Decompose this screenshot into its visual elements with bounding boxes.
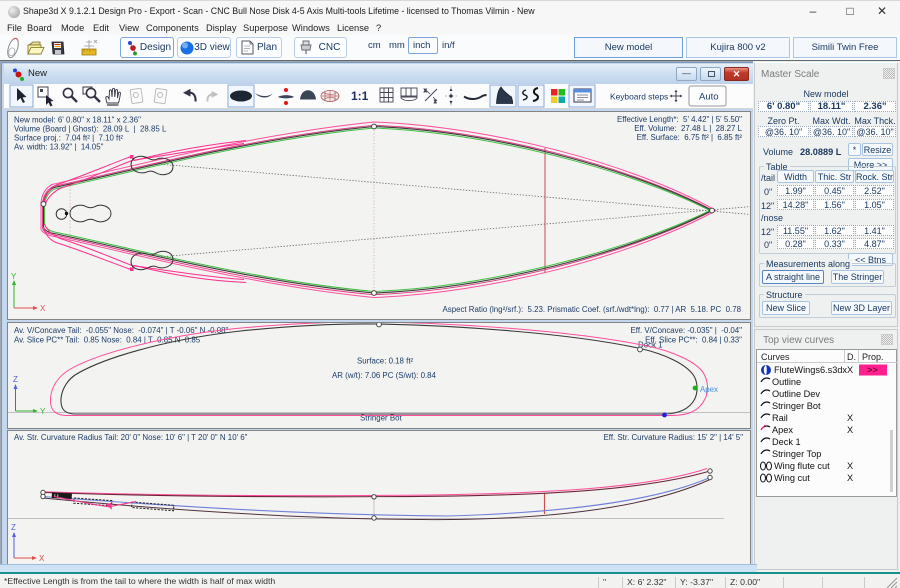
svg-text:X: X <box>39 554 45 563</box>
svg-text:Rail: Rail <box>772 413 788 423</box>
svg-text:Deck 1: Deck 1 <box>772 437 801 447</box>
svg-text:Keyboard steps: Keyboard steps <box>610 92 668 102</box>
svg-text:X: X <box>847 461 853 471</box>
svg-text:Eff. Str. Curvature Radius: 15: Eff. Str. Curvature Radius: 15' 2" | 14'… <box>604 433 744 442</box>
svg-text:1:1: 1:1 <box>351 89 369 103</box>
svg-text:Aspect Ratio (lng²/srf.): 5.2: Aspect Ratio (lng²/srf.): 5.23. Prismati… <box>442 305 741 314</box>
svg-text:Av. Str. Curvature Radius Tail: Av. Str. Curvature Radius Tail: 20' 0" N… <box>14 433 248 442</box>
svg-text:>>: >> <box>867 365 878 375</box>
svg-text:Eff. Volume: 27.48 L | 28.27: Eff. Volume: 27.48 L | 28.27 L <box>634 124 742 133</box>
svg-text:Effective Length*: 5' 4.42" |: Effective Length*: 5' 4.42" | 5' 5.50" <box>617 115 742 124</box>
svg-text:Wing flute cut: Wing flute cut <box>774 461 830 471</box>
svg-text:X: X <box>847 473 853 483</box>
svg-text:Surface proj.: 7.04 ft² | 7.: Surface proj.: 7.04 ft² | 7.10 ft² <box>14 134 123 143</box>
svg-text:Apex: Apex <box>700 385 718 394</box>
svg-text:Y: Y <box>11 272 17 281</box>
svg-text:X: X <box>847 425 853 435</box>
svg-text:Z: Z <box>11 523 16 532</box>
svg-text:Auto: Auto <box>699 92 719 103</box>
svg-text:Av. Slice PC** Tail: 0.85 Nos: Av. Slice PC** Tail: 0.85 Nose: 0.84 | T… <box>14 336 201 345</box>
svg-text:Wing cut: Wing cut <box>774 473 810 483</box>
svg-text:Surface: 0.18 ft²: Surface: 0.18 ft² <box>357 357 414 366</box>
svg-text:Eff. V/Concave: -0.035" | -0.: Eff. V/Concave: -0.035" | -0.04" <box>631 326 743 335</box>
svg-text:Z: Z <box>13 375 18 384</box>
svg-text:Eff. Surface: 6.75 ft² | 6.8: Eff. Surface: 6.75 ft² | 6.85 ft² <box>637 133 743 142</box>
svg-text:Stringer Top: Stringer Top <box>772 449 821 459</box>
svg-text:Av. width: 13.92" | 14.05": Av. width: 13.92" | 14.05" <box>14 143 104 152</box>
svg-text:Stringer Bot: Stringer Bot <box>360 414 402 423</box>
svg-text:FluteWings6.s3dx: FluteWings6.s3dx <box>774 365 847 375</box>
svg-text:z: z <box>434 99 437 105</box>
svg-text:New model: 6' 0.80" x 18.11" x: New model: 6' 0.80" x 18.11" x 2.36" <box>14 116 141 125</box>
svg-text:X: X <box>847 365 853 375</box>
svg-text:Outline: Outline <box>772 377 801 387</box>
svg-text:X: X <box>847 413 853 423</box>
svg-text:Stringer Bot: Stringer Bot <box>772 401 821 411</box>
svg-text:AR (w/t): 7.06 PC (S/wt): 0.84: AR (w/t): 7.06 PC (S/wt): 0.84 <box>332 371 437 380</box>
svg-text:Outline Dev: Outline Dev <box>772 389 820 399</box>
svg-text:Apex: Apex <box>772 425 793 435</box>
svg-text:Volume (Board | Ghost): 28.09: Volume (Board | Ghost): 28.09 L | 28.85 … <box>14 125 167 134</box>
svg-text:X: X <box>40 304 46 313</box>
svg-text:Y: Y <box>40 407 46 416</box>
